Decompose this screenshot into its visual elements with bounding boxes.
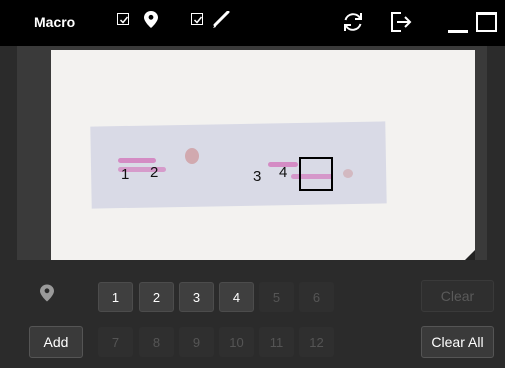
glass-slide bbox=[90, 121, 387, 209]
location-pin-icon bbox=[40, 284, 54, 307]
position-button-11[interactable]: 11 bbox=[259, 327, 294, 357]
selection-box[interactable] bbox=[299, 157, 333, 191]
position-button-1[interactable]: 1 bbox=[98, 282, 133, 312]
macro-image-viewer[interactable]: 1 2 3 4 bbox=[17, 46, 487, 260]
export-icon[interactable] bbox=[389, 10, 413, 39]
pen-icon bbox=[212, 10, 230, 34]
clear-all-button[interactable]: Clear All bbox=[421, 326, 494, 358]
window-title: Macro bbox=[34, 14, 76, 30]
slide-label-1: 1 bbox=[121, 166, 130, 183]
tissue-section bbox=[118, 158, 156, 163]
add-button[interactable]: Add bbox=[29, 326, 83, 358]
show-markers-checkbox[interactable] bbox=[117, 13, 129, 25]
location-pin-icon bbox=[144, 11, 158, 33]
tissue-fragment bbox=[343, 169, 353, 178]
macro-photo: 1 2 3 4 bbox=[51, 50, 475, 260]
minimize-icon[interactable] bbox=[448, 30, 468, 33]
slide-label-4: 4 bbox=[279, 164, 288, 181]
position-button-10[interactable]: 10 bbox=[219, 327, 254, 357]
position-button-4[interactable]: 4 bbox=[219, 282, 254, 312]
position-button-7[interactable]: 7 bbox=[98, 327, 133, 357]
position-button-5[interactable]: 5 bbox=[259, 282, 294, 312]
maximize-icon[interactable] bbox=[476, 12, 497, 32]
position-button-2[interactable]: 2 bbox=[139, 282, 174, 312]
position-button-6[interactable]: 6 bbox=[299, 282, 334, 312]
refresh-icon[interactable] bbox=[341, 10, 365, 39]
position-button-8[interactable]: 8 bbox=[139, 327, 174, 357]
clear-button[interactable]: Clear bbox=[421, 280, 494, 312]
position-button-3[interactable]: 3 bbox=[179, 282, 214, 312]
slide-label-2: 2 bbox=[150, 164, 159, 181]
tissue-fragment bbox=[185, 148, 199, 164]
position-button-12[interactable]: 12 bbox=[299, 327, 334, 357]
position-button-9[interactable]: 9 bbox=[179, 327, 214, 357]
title-bar: Macro bbox=[0, 0, 505, 46]
slide-label-3: 3 bbox=[253, 168, 262, 185]
show-annotations-checkbox[interactable] bbox=[191, 13, 203, 25]
position-panel: 1 2 3 4 5 6 7 8 9 10 11 12 Add Clear Cle… bbox=[0, 260, 505, 368]
